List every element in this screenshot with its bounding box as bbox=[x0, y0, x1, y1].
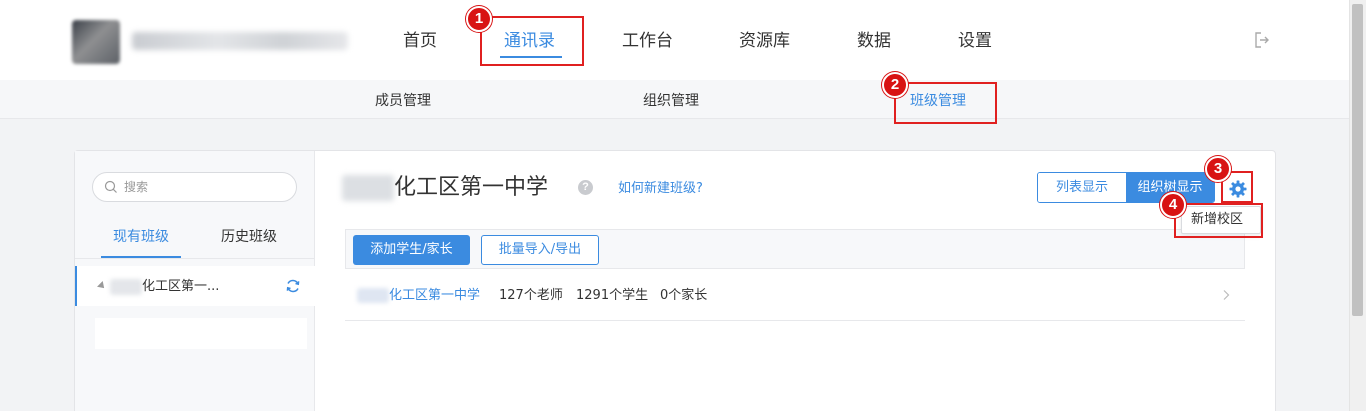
row-student-count: 1291个学生 bbox=[576, 288, 649, 303]
subnav-org-management[interactable]: 组织管理 bbox=[643, 92, 699, 110]
help-icon[interactable]: ? bbox=[578, 180, 593, 195]
row-school-redacted bbox=[357, 288, 389, 303]
title-redacted bbox=[342, 175, 394, 201]
nav-item-settings[interactable]: 设置 bbox=[958, 30, 992, 52]
tree-node-label: 化工区第一... bbox=[142, 279, 220, 294]
annotation-box-4 bbox=[1174, 203, 1263, 238]
tab-active-underline bbox=[101, 256, 181, 258]
row-parent-count: 0个家长 bbox=[660, 288, 708, 303]
org-name-redacted bbox=[132, 32, 348, 50]
add-student-parent-button[interactable]: 添加学生/家长 bbox=[353, 235, 470, 265]
tab-current-classes[interactable]: 现有班级 bbox=[113, 228, 169, 246]
batch-import-export-button[interactable]: 批量导入/导出 bbox=[481, 235, 599, 265]
subnav-member-management[interactable]: 成员管理 bbox=[375, 92, 431, 110]
chevron-right-icon[interactable] bbox=[1221, 289, 1231, 301]
tree-label-redacted bbox=[110, 279, 142, 295]
view-toggle: 列表显示 组织树显示 bbox=[1037, 172, 1215, 203]
search-input[interactable] bbox=[124, 179, 284, 195]
tree-empty-slot bbox=[95, 318, 307, 349]
row-teacher-count: 127个老师 bbox=[499, 288, 563, 303]
nav-item-workbench[interactable]: 工作台 bbox=[622, 30, 673, 52]
annotation-badge-3: 3 bbox=[1205, 156, 1231, 182]
annotation-box-2 bbox=[894, 82, 997, 124]
refresh-icon[interactable] bbox=[285, 278, 301, 294]
tabs-divider bbox=[75, 258, 315, 259]
tab-history-classes[interactable]: 历史班级 bbox=[221, 228, 277, 246]
nav-item-resources[interactable]: 资源库 bbox=[739, 30, 790, 52]
logout-icon[interactable] bbox=[1252, 30, 1272, 50]
annotation-badge-1: 1 bbox=[466, 6, 492, 32]
page-title: 化工区第一中学 bbox=[394, 175, 549, 200]
annotation-badge-2: 2 bbox=[882, 72, 908, 98]
search-icon bbox=[104, 180, 117, 193]
nav-item-data[interactable]: 数据 bbox=[857, 30, 891, 52]
help-link-new-class[interactable]: 如何新建班级? bbox=[618, 181, 703, 197]
list-view-button[interactable]: 列表显示 bbox=[1038, 173, 1126, 202]
school-logo bbox=[72, 20, 120, 64]
annotation-badge-4: 4 bbox=[1160, 192, 1186, 218]
annotation-box-1 bbox=[480, 16, 584, 66]
action-toolbar bbox=[345, 229, 1245, 269]
nav-item-home[interactable]: 首页 bbox=[403, 30, 437, 52]
row-school-name[interactable]: 化工区第一中学 bbox=[389, 288, 480, 304]
scrollbar-thumb[interactable] bbox=[1352, 4, 1363, 316]
